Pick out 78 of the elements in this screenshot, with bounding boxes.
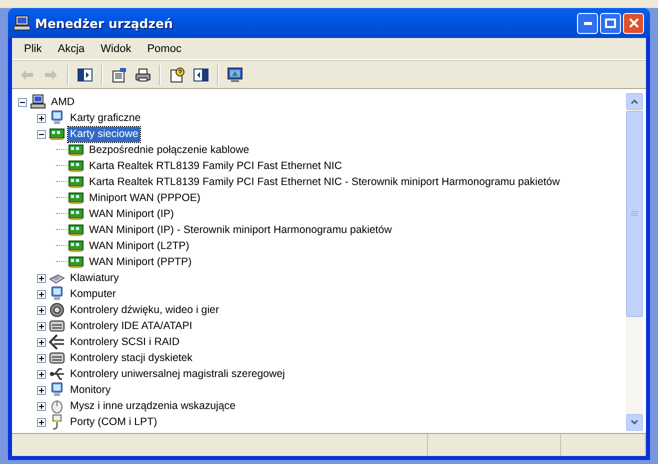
collapse-icon[interactable] [18,98,27,106]
expand-icon[interactable] [37,338,46,346]
expand-icon[interactable] [37,370,46,378]
network-card-icon [68,254,84,270]
panel-icon [193,66,209,82]
tree-item[interactable]: Kontrolery SCSI i RAID [68,334,182,350]
tree-item[interactable]: Kontrolery uniwersalnej magistrali szeregowej [68,366,287,382]
network-card-icon [68,158,84,174]
monitor-icon [49,286,65,302]
tree-item[interactable]: WAN Miniport (L2TP) [87,238,192,254]
usb-icon [49,366,65,382]
caret-up-icon [631,99,638,104]
mouse-icon [49,398,65,414]
tree-item[interactable]: Kontrolery IDE ATA/ATAPI [68,318,194,334]
expand-icon[interactable] [37,306,46,314]
tree-item[interactable]: Kontrolery dźwięku, wideo i gier [68,302,221,318]
expand-icon[interactable] [37,290,46,298]
network-card-icon [68,206,84,222]
maximize-button[interactable] [600,12,621,34]
tree-item[interactable]: Komputer [68,286,118,302]
expand-icon[interactable] [37,354,46,362]
scroll-down-button[interactable] [626,414,643,431]
panel-icon [77,66,93,82]
tree-item[interactable]: AMD [49,94,77,110]
caret-down-icon [631,420,638,425]
collapse-icon[interactable] [37,130,46,138]
window-title: Menedżer urządzeń [35,16,174,30]
tree-item[interactable]: Porty (COM i LPT) [68,414,160,430]
tree-item[interactable]: Karty graficzne [68,110,143,126]
close-button[interactable] [623,12,644,34]
scrollbar[interactable] [626,93,643,431]
network-card-icon [68,142,84,158]
menu-item[interactable]: Plik [16,42,50,54]
minimize-icon [584,22,592,24]
monitor-icon [227,66,243,82]
speaker-icon [49,302,65,318]
expand-icon[interactable] [37,402,46,410]
maximize-icon [605,18,616,28]
tree-item[interactable]: WAN Miniport (IP) - Sterownik miniport Harmonogramu pakietów [87,222,394,238]
menu-item[interactable]: Pomoc [139,42,190,54]
expand-icon[interactable] [37,274,46,282]
computer-icon [14,15,30,31]
tree-item[interactable]: WAN Miniport (IP) [87,206,176,222]
monitor-icon [49,110,65,126]
expand-icon[interactable] [37,322,46,330]
network-card-icon [68,222,84,238]
tree-item[interactable]: Kontrolery stacji dyskietek [68,350,194,366]
minimize-button[interactable] [577,12,598,34]
expand-icon[interactable] [37,114,46,122]
network-card-icon [68,174,84,190]
tree-item[interactable]: Klawiatury [68,270,121,286]
expand-icon[interactable] [37,418,46,426]
tree-item[interactable]: Monitory [68,382,113,398]
scroll-thumb[interactable] [626,111,643,318]
scroll-up-button[interactable] [626,93,643,110]
tree-item[interactable]: Karta Realtek RTL8139 Family PCI Fast Ethernet NIC - Sterownik miniport Harmonogramu pakietów [87,174,562,190]
properties-icon [111,66,127,82]
printer-icon [135,66,151,82]
network-card-icon [68,190,84,206]
tree-item[interactable]: WAN Miniport (PPTP) [87,254,194,270]
menu-item[interactable]: Widok [92,42,140,54]
network-card-icon [49,126,65,142]
help-icon [169,66,185,82]
plug-icon [49,334,65,350]
monitor-icon [49,382,65,398]
tree-item[interactable]: Karty sieciowe [68,126,140,142]
grip-icon [631,211,638,218]
tree-item[interactable]: Miniport WAN (PPPOE) [87,190,202,206]
close-icon [628,18,638,28]
drive-icon [49,350,65,366]
tree-item[interactable]: Mysz i inne urządzenia wskazujące [68,398,238,414]
menu-item[interactable]: Akcja [50,42,93,54]
tree-item[interactable]: Bezpośrednie połączenie kablowe [87,142,252,158]
drive-icon [49,318,65,334]
network-card-icon [68,238,84,254]
computer-icon [30,94,46,110]
tree-item[interactable]: Karta Realtek RTL8139 Family PCI Fast Ethernet NIC [87,158,344,174]
expand-icon[interactable] [37,386,46,394]
